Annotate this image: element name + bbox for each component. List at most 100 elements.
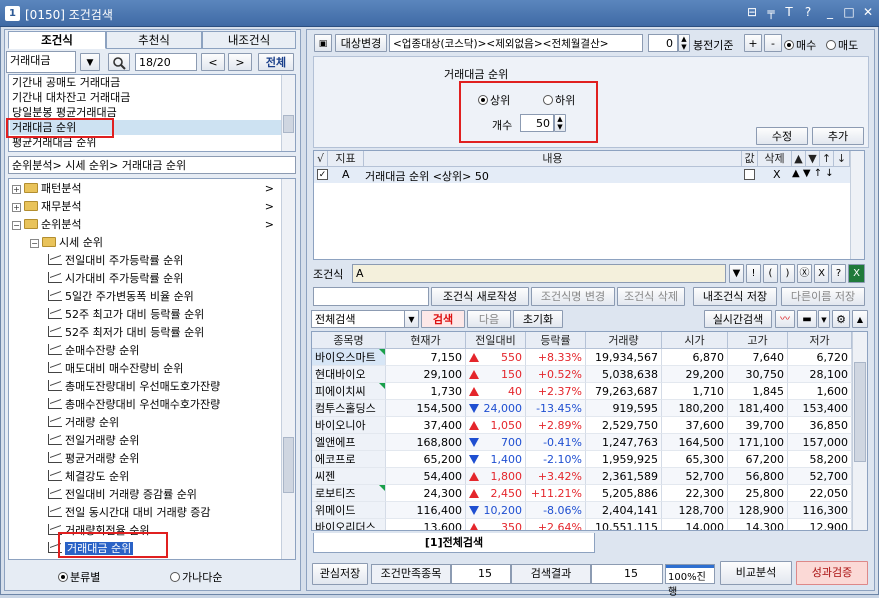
edit-button[interactable]: 수정 — [756, 127, 808, 145]
save-as-button[interactable]: 다른이름 저장 — [781, 287, 865, 306]
search-button[interactable]: 검색 — [421, 310, 465, 328]
new-condition-button[interactable]: 조건식 새로작성 — [431, 287, 529, 306]
results-scrollbar[interactable] — [852, 332, 867, 530]
next-page-button[interactable]: > — [228, 53, 252, 71]
tab-recommended[interactable]: 추천식 — [106, 31, 202, 49]
window-layout-icon[interactable]: ▣ — [314, 34, 332, 52]
tree-item[interactable]: 시가대비 주가등락률 순위 — [48, 270, 280, 288]
table-row[interactable]: 위메이드 116,400 10,200 -8.06% 2,404,141 128,700 1… — [312, 502, 852, 519]
sell-radio[interactable]: 매도 — [826, 37, 858, 53]
tree-item[interactable]: 순매수잔량 순위 — [48, 342, 280, 360]
value-checkbox[interactable] — [744, 169, 755, 180]
tree-item[interactable]: 전일대비 거래량 증감률 순위 — [48, 486, 280, 504]
tree-item[interactable]: 전일거래량 순위 — [48, 432, 280, 450]
result-item[interactable]: 기간내 대차잔고 거래대금 — [10, 90, 284, 105]
clear-button[interactable]: X — [814, 264, 829, 283]
add-button[interactable]: 추가 — [812, 127, 864, 145]
tab-condition[interactable]: 조건식 — [8, 31, 106, 49]
expand-toggle-icon[interactable]: + — [12, 203, 21, 212]
condition-checkbox[interactable]: ✓ — [317, 169, 328, 180]
pin-icon[interactable]: ⊟ — [744, 5, 760, 19]
reorder-icons[interactable]: ▲ ▼ ↑ ↓ — [792, 168, 834, 179]
not-button[interactable]: ! — [746, 264, 761, 283]
table-row[interactable]: 피에이치씨 1,730 40 +2.37% 79,263,687 1,710 1,845 1,… — [312, 383, 852, 400]
next-button[interactable]: 다음 — [467, 310, 511, 328]
table-row[interactable]: 바이오스마트 7,150 550 +8.33% 19,934,567 6,870 7,640… — [312, 349, 852, 366]
sort-alphabetical-radio[interactable]: 가나다순 — [170, 569, 222, 585]
tree-item[interactable]: 매도대비 매수잔량비 순위 — [48, 360, 280, 378]
expand-arrow-icon[interactable]: > — [265, 180, 274, 198]
table-row[interactable]: 현대바이오 29,100 150 +0.52% 5,038,638 29,200 30,75… — [312, 366, 852, 383]
plus-button[interactable]: + — [744, 34, 762, 52]
condition-row[interactable]: ✓ A 거래대금 순위 <상위> 50 X ▲ ▼ ↑ ↓ — [314, 167, 850, 183]
table-row[interactable]: 에코프로 65,200 1,400 -2.10% 1,959,925 65,300 67,2… — [312, 451, 852, 468]
table-row[interactable]: 컴투스홀딩스 154,500 24,000 -13.45% 919,595 180,200… — [312, 400, 852, 417]
expand-toggle-icon[interactable]: + — [12, 185, 21, 194]
expand-toggle-icon[interactable]: − — [30, 239, 39, 248]
list-icon[interactable]: ▬ — [797, 310, 817, 328]
sort-by-category-radio[interactable]: 분류별 — [58, 569, 100, 585]
save-my-condition-button[interactable]: 내조건식 저장 — [693, 287, 777, 306]
condition-scrollbar[interactable] — [850, 151, 864, 259]
tree-item[interactable]: 전일대비 주가등락률 순위 — [48, 252, 280, 270]
bong-spinner[interactable]: ▲ ▼ — [678, 34, 690, 52]
formula-dropdown-icon[interactable]: ▼ — [729, 264, 744, 283]
formula-input[interactable]: A — [352, 264, 726, 283]
save-interest-button[interactable]: 관심저장 — [312, 563, 368, 585]
tree-item[interactable]: 전일 동시간대 대비 거래량 증감 — [48, 504, 280, 522]
expand-arrow-icon[interactable]: > — [265, 198, 274, 216]
thumbtack-icon[interactable]: ╤ — [763, 5, 779, 19]
search-icon[interactable] — [108, 53, 130, 71]
table-row[interactable]: 엘앤에프 168,800 700 -0.41% 1,247,763 164,500 171,… — [312, 434, 852, 451]
search-scope-select[interactable]: 전체검색 — [311, 310, 419, 328]
count-spinner[interactable]: ▲ ▼ — [554, 114, 566, 132]
maximize-icon[interactable]: □ — [841, 5, 857, 19]
count-input[interactable]: 50 — [520, 114, 554, 132]
minus-button[interactable]: - — [764, 34, 782, 52]
expand-arrow-icon[interactable]: > — [265, 216, 274, 234]
font-size-icon[interactable]: T — [781, 5, 797, 19]
all-button[interactable]: 전체 — [258, 53, 294, 71]
table-row[interactable]: 씨젠 54,400 1,800 +3.42% 2,361,589 52,700 56,800… — [312, 468, 852, 485]
table-row[interactable]: 바이오니아 37,400 1,050 +2.89% 2,529,750 37,600 39,… — [312, 417, 852, 434]
chart-icon[interactable]: 〰 — [775, 310, 795, 328]
dropdown-arrow-icon[interactable]: ▼ — [80, 53, 100, 71]
tree-item[interactable]: 체결강도 순위 — [48, 468, 280, 486]
result-scrollbar[interactable] — [281, 75, 295, 151]
tree-item[interactable]: − 시세 순위 — [30, 234, 280, 252]
expand-toggle-icon[interactable]: − — [12, 221, 21, 230]
tree-item[interactable]: − 순위분석 > — [12, 216, 280, 234]
open-paren-button[interactable]: ( — [763, 264, 778, 283]
close-icon[interactable]: ✕ — [860, 5, 876, 19]
menu-dropdown-icon[interactable]: ▼ — [818, 310, 830, 328]
condition-name-input[interactable] — [313, 287, 429, 306]
tree-item[interactable]: 거래량 순위 — [48, 414, 280, 432]
tree-item[interactable]: + 재무분석 > — [12, 198, 280, 216]
prev-page-button[interactable]: < — [201, 53, 225, 71]
delete-condition-button[interactable]: 조건식 삭제 — [617, 287, 685, 306]
minimize-icon[interactable]: _ — [822, 5, 838, 19]
upper-radio[interactable]: 상위 — [478, 92, 510, 108]
verify-performance-button[interactable]: 성과검증 — [796, 561, 868, 585]
lower-radio[interactable]: 하위 — [543, 92, 575, 108]
tree-item[interactable]: 5일간 주가변동폭 비율 순위 — [48, 288, 280, 306]
condition-search-input[interactable]: 거래대금 — [6, 51, 76, 73]
rename-condition-button[interactable]: 조건식명 변경 — [531, 287, 615, 306]
tree-item[interactable]: 총매도잔량대비 우선매도호가잔량 — [48, 378, 280, 396]
tree-item[interactable]: 52주 최저가 대비 등락률 순위 — [48, 324, 280, 342]
tree-item[interactable]: 평균거래량 순위 — [48, 450, 280, 468]
delete-condition-icon[interactable]: X — [773, 168, 781, 181]
close-paren-button[interactable]: ) — [780, 264, 795, 283]
reset-button[interactable]: 초기화 — [513, 310, 563, 328]
tree-scrollbar[interactable] — [281, 179, 295, 559]
table-row[interactable]: 바이오리더스 13,600 350 +2.64% 10,551,115 14,000 14,… — [312, 519, 852, 530]
help-button[interactable]: ? — [831, 264, 846, 283]
scope-dropdown-icon[interactable]: ▼ — [404, 310, 419, 328]
table-row[interactable]: 로보티즈 24,300 2,450 +11.21% 5,205,886 22,300 25,… — [312, 485, 852, 502]
bong-input[interactable]: 0 — [648, 34, 678, 52]
tree-item[interactable]: 52주 최고가 대비 등락률 순위 — [48, 306, 280, 324]
result-item[interactable]: 기간내 공매도 거래대금 — [10, 75, 284, 90]
xor-button[interactable]: Ⓧ — [797, 264, 812, 283]
tab-my-condition[interactable]: 내조건식 — [202, 31, 296, 49]
tree-item[interactable]: + 패턴분석 > — [12, 180, 280, 198]
